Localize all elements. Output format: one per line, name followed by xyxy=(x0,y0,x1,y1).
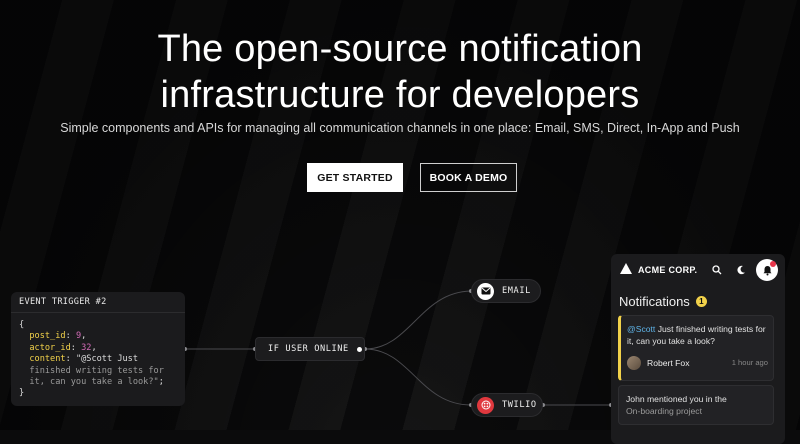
search-icon[interactable] xyxy=(709,262,725,278)
code-close-brace: } xyxy=(19,388,25,399)
notifications-title: Notifications xyxy=(619,294,690,309)
condition-status-dot xyxy=(356,346,362,352)
condition-label: IF USER ONLINE xyxy=(268,344,349,354)
email-channel-node[interactable]: EMAIL xyxy=(471,279,541,303)
condition-node[interactable]: IF USER ONLINE xyxy=(255,337,365,361)
moon-icon[interactable] xyxy=(733,262,749,278)
unread-dot xyxy=(770,261,776,267)
notification-text-line-2: On-boarding project xyxy=(626,406,702,416)
notification-item[interactable]: @Scott Just finished writing tests for i… xyxy=(618,315,774,381)
brand-name: ACME CORP. xyxy=(638,265,698,275)
code-key-actor-id: actor_id xyxy=(29,342,71,353)
notification-text-line-1: John mentioned you in the xyxy=(626,394,727,404)
notification-center-panel: ACME CORP. Notifications 1 @Scott Just f… xyxy=(611,254,785,444)
panel-header: ACME CORP. xyxy=(611,254,785,286)
unread-count-badge: 1 xyxy=(695,296,707,307)
notification-meta: Robert Fox 1 hour ago xyxy=(627,356,768,370)
mail-icon xyxy=(477,282,494,300)
notification-item[interactable]: John mentioned you in the On-boarding pr… xyxy=(618,385,774,425)
code-value-content-1: "@Scott Just xyxy=(75,354,139,365)
notification-mention: @Scott xyxy=(627,324,656,334)
code-value-content-3: it, can you take a look?" xyxy=(29,377,159,388)
twilio-channel-node[interactable]: TWILIO xyxy=(471,393,543,417)
event-trigger-card: EVENT TRIGGER #2 { post_id: 9, actor_id:… xyxy=(11,292,185,406)
notifications-heading: Notifications 1 xyxy=(619,294,707,309)
code-open-brace: { xyxy=(19,320,25,330)
avatar xyxy=(627,356,641,370)
code-value-content-2: finished writing tests for xyxy=(29,365,164,376)
notification-text: @Scott Just finished writing tests for i… xyxy=(627,323,767,347)
bell-button[interactable] xyxy=(756,259,778,281)
email-channel-label: EMAIL xyxy=(502,286,531,296)
code-key-post-id: post_id xyxy=(29,331,66,342)
notification-author: Robert Fox xyxy=(647,358,690,368)
event-trigger-title: EVENT TRIGGER #2 xyxy=(11,292,185,313)
acme-logo-icon xyxy=(620,261,632,279)
code-key-content: content xyxy=(29,354,66,365)
code-value-post-id: 9 xyxy=(75,331,82,342)
code-value-actor-id: 32 xyxy=(81,342,92,353)
twilio-channel-label: TWILIO xyxy=(502,400,537,410)
event-payload-code: { post_id: 9, actor_id: 32, content: "@S… xyxy=(19,320,164,399)
notification-time: 1 hour ago xyxy=(731,358,768,367)
twilio-icon xyxy=(477,396,494,414)
